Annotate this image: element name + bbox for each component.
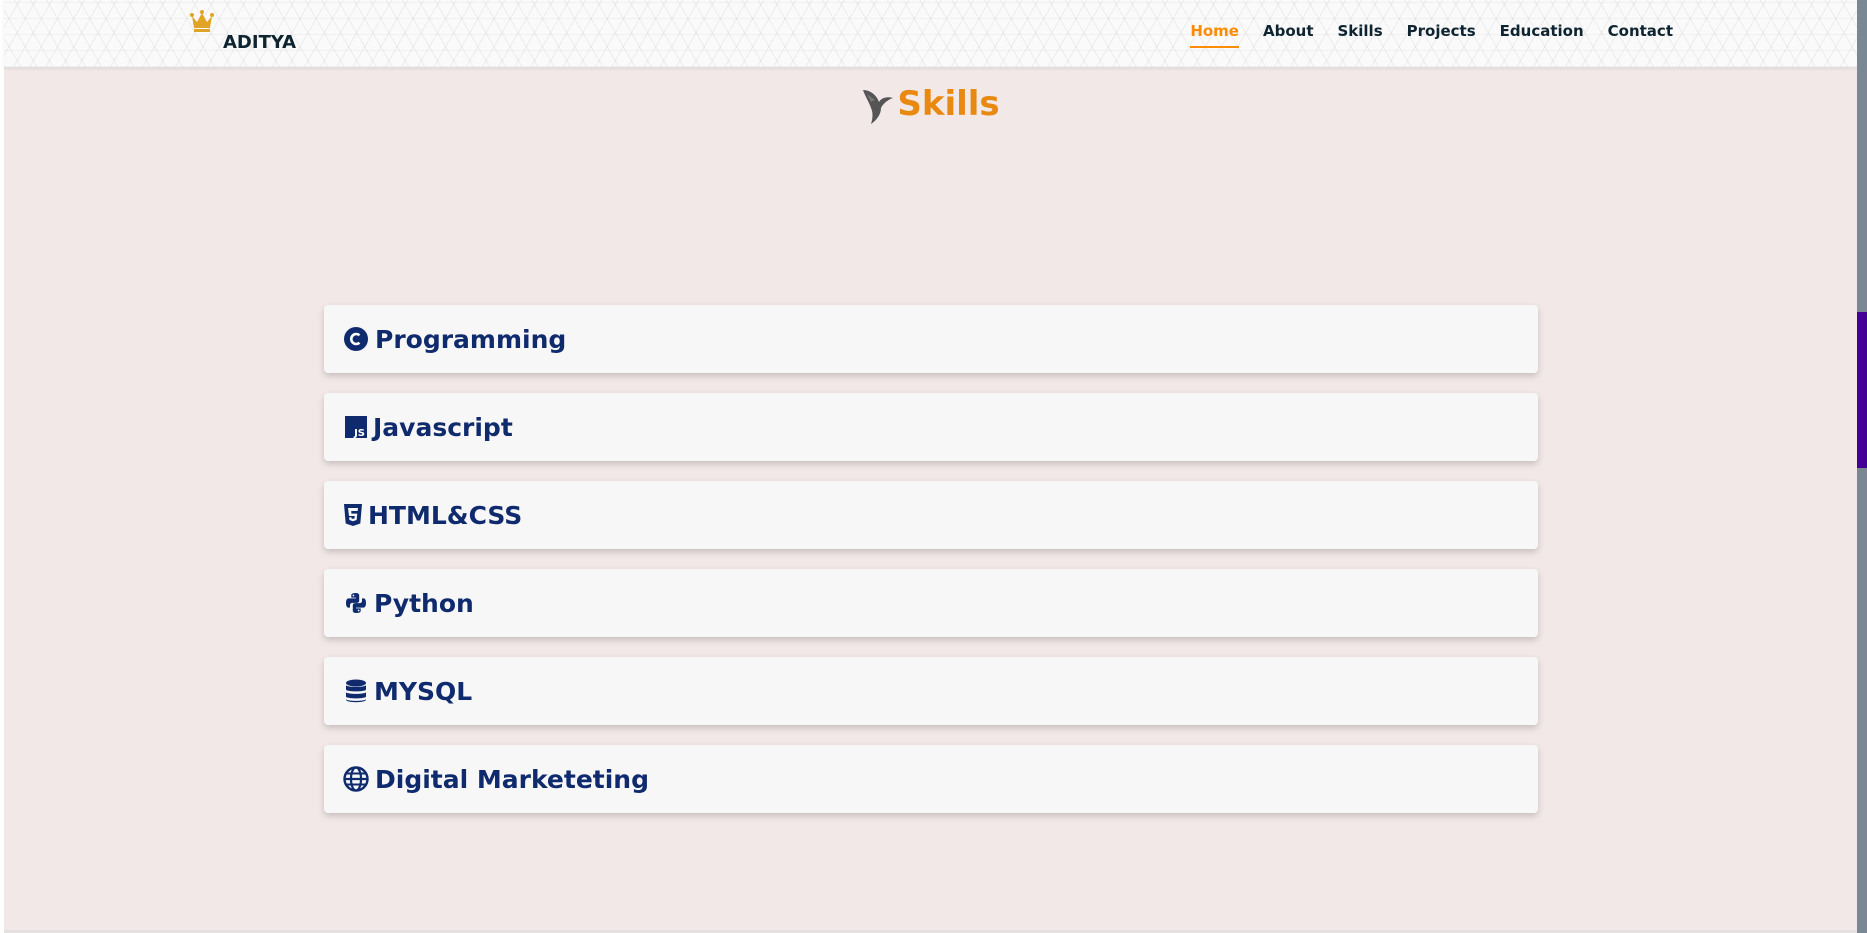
- skill-card-javascript[interactable]: JS Javascript: [324, 393, 1538, 461]
- bird-icon: [863, 90, 894, 124]
- python-icon: [343, 590, 369, 616]
- main-nav: Home About Skills Projects Education Con…: [1166, 22, 1673, 48]
- scrollbar-thumb[interactable]: [1857, 312, 1867, 468]
- html5-icon: [343, 502, 363, 528]
- skill-card-python[interactable]: Python: [324, 569, 1538, 637]
- skill-label: Javascript: [373, 412, 513, 442]
- skill-label: HTML&CSS: [368, 500, 523, 530]
- svg-text:JS: JS: [353, 428, 365, 438]
- nav-skills[interactable]: Skills: [1338, 22, 1383, 48]
- crown-icon: [190, 10, 214, 32]
- section-heading: Skills: [4, 84, 1857, 124]
- nav-home[interactable]: Home: [1190, 22, 1239, 48]
- brand-name: ADITYA: [223, 32, 297, 53]
- nav-about[interactable]: About: [1263, 22, 1314, 48]
- skill-card-mysql[interactable]: MYSQL: [324, 657, 1538, 725]
- skills-list: Programming JS Javascript HTML&CSS Pytho…: [324, 305, 1538, 833]
- skill-label: Digital Marketeting: [375, 764, 649, 794]
- skill-card-programming[interactable]: Programming: [324, 305, 1538, 373]
- skill-card-digital-marketing[interactable]: Digital Marketeting: [324, 745, 1538, 813]
- nav-projects[interactable]: Projects: [1407, 22, 1476, 48]
- nav-contact[interactable]: Contact: [1608, 22, 1673, 48]
- skill-label: Python: [374, 588, 474, 618]
- skill-label: MYSQL: [374, 676, 473, 706]
- globe-icon: [343, 766, 369, 792]
- section-title: Skills: [897, 84, 1000, 124]
- skill-card-html-css[interactable]: HTML&CSS: [324, 481, 1538, 549]
- skill-label: Programming: [375, 324, 567, 354]
- database-icon: [343, 678, 369, 704]
- javascript-icon: JS: [343, 414, 369, 440]
- nav-education[interactable]: Education: [1500, 22, 1584, 48]
- c-language-icon: [343, 326, 369, 352]
- page-frame: ADITYA Home About Skills Projects Educat…: [4, 0, 1857, 933]
- site-header: ADITYA Home About Skills Projects Educat…: [4, 0, 1857, 68]
